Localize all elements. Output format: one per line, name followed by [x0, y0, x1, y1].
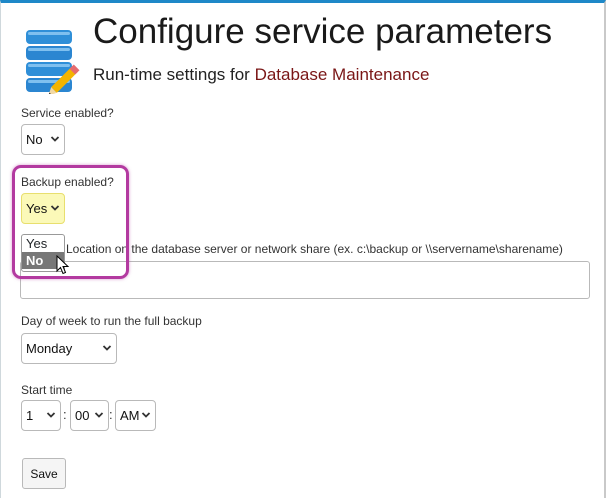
backup-day-select[interactable]: Monday [21, 333, 117, 364]
annotation-highlight [12, 165, 129, 279]
page-subtitle: Run-time settings for Database Maintenan… [93, 65, 429, 85]
start-minute-select[interactable]: 00 [70, 400, 109, 431]
start-minute-value: 00 [75, 408, 90, 423]
backup-day-label: Day of week to run the full backup [21, 314, 202, 328]
page-title: Configure service parameters [93, 12, 553, 51]
chevron-down-icon [102, 345, 112, 351]
backup-day-value: Monday [26, 341, 73, 356]
save-button[interactable]: Save [22, 458, 66, 489]
chevron-down-icon [94, 412, 104, 418]
chevron-down-icon [50, 136, 60, 142]
time-separator: : [109, 407, 113, 422]
chevron-down-icon [141, 412, 151, 418]
start-ampm-select[interactable]: AM [115, 400, 156, 431]
service-enabled-select[interactable]: No [21, 124, 65, 155]
start-ampm-value: AM [120, 408, 140, 423]
service-name: Database Maintenance [254, 65, 430, 84]
service-enabled-value: No [26, 132, 43, 147]
subtitle-prefix: Run-time settings for [93, 65, 255, 84]
service-enabled-label: Service enabled? [21, 106, 114, 120]
start-hour-select[interactable]: 1 [21, 400, 61, 431]
backup-location-label: Location on the database server or netwo… [66, 242, 563, 256]
chevron-down-icon [46, 412, 56, 418]
start-hour-value: 1 [26, 408, 34, 423]
time-separator: : [63, 407, 67, 422]
database-edit-icon [26, 30, 80, 94]
start-time-label: Start time [21, 383, 73, 397]
mouse-pointer-icon [56, 255, 70, 275]
